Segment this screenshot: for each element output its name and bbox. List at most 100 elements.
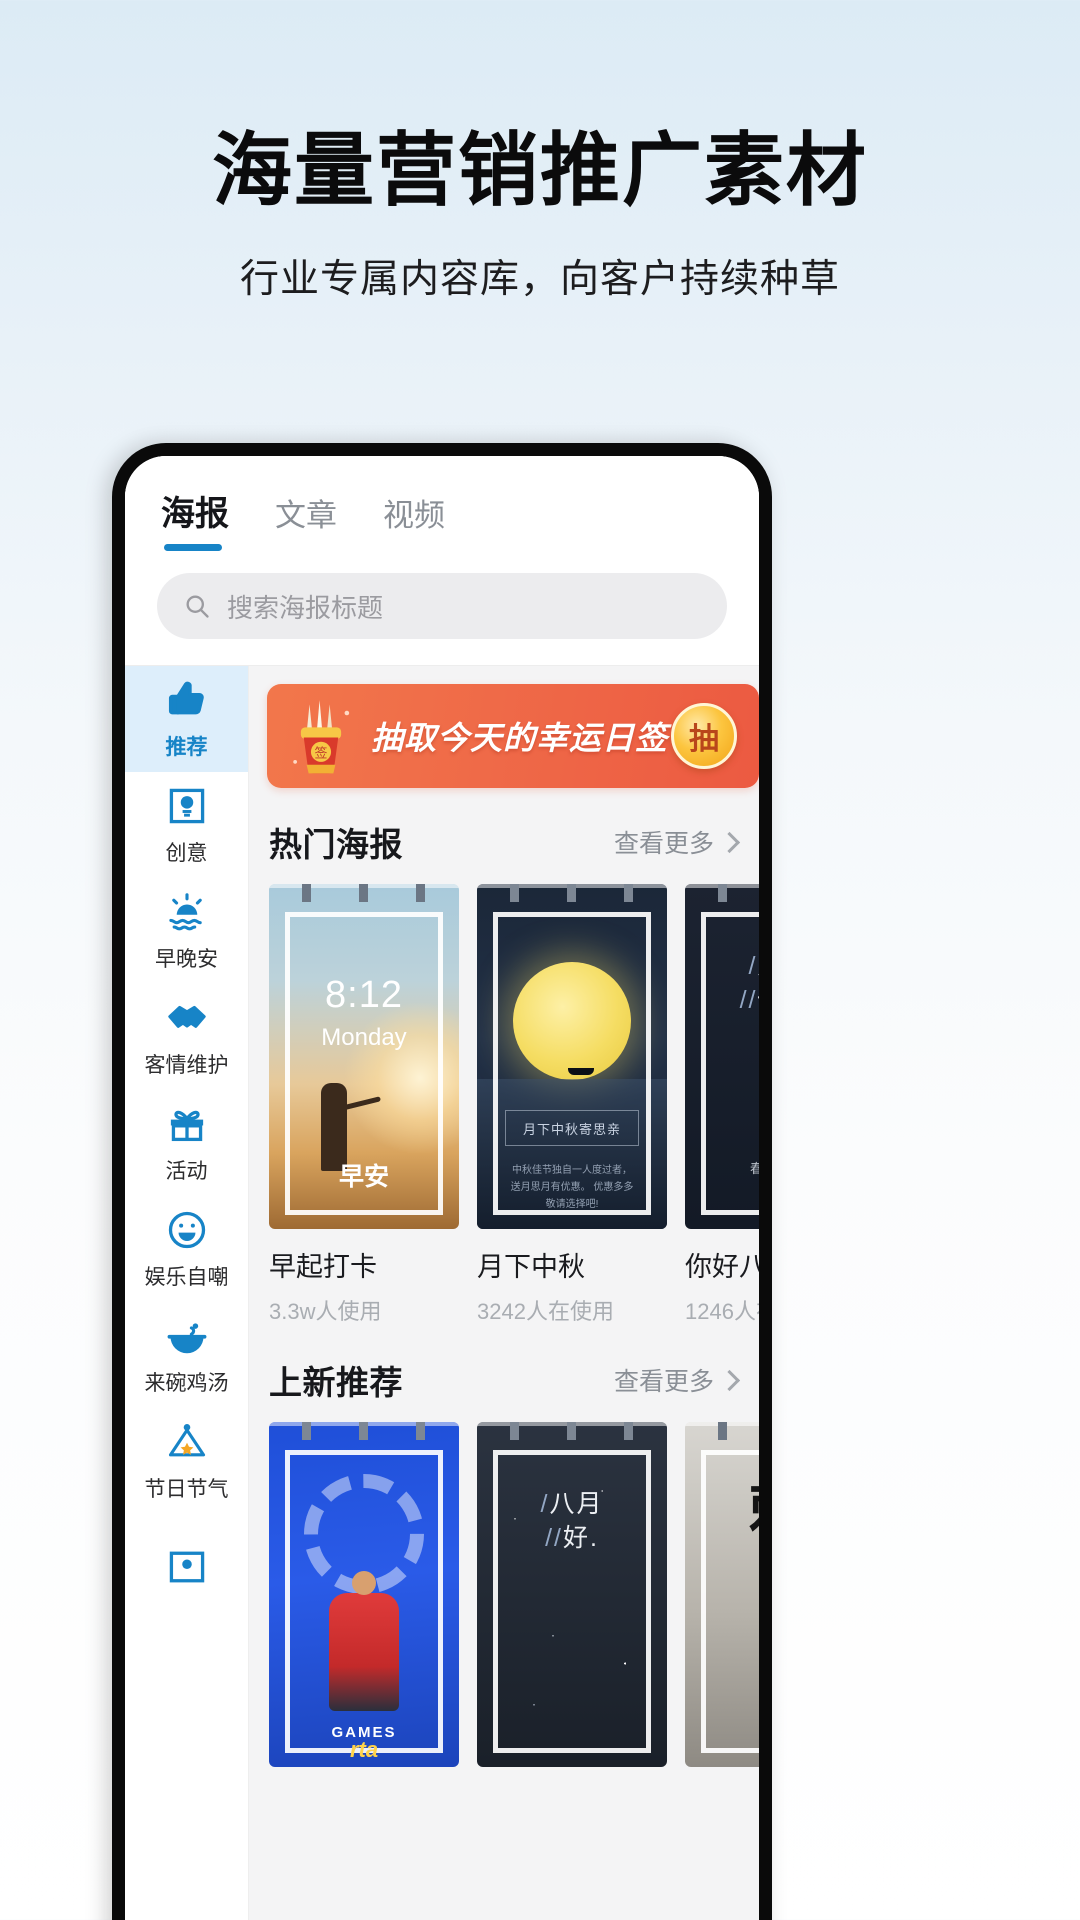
lucky-draw-banner[interactable]: 签 抽取今天的幸运日签 抽 bbox=[267, 684, 759, 788]
clip-hanger-icon bbox=[685, 1422, 759, 1440]
sidebar-item-customer-care[interactable]: 客情维护 bbox=[125, 984, 248, 1090]
poster-usage: 3.3w人使用 bbox=[269, 1299, 382, 1324]
tab-videos[interactable]: 视频 bbox=[383, 490, 445, 551]
sidebar-item-label: 节日节气 bbox=[144, 1477, 229, 1501]
clip-hanger-icon bbox=[685, 884, 759, 902]
poster-list-new: GAMES rta /八月 //好. bbox=[249, 1422, 759, 1767]
clip-hanger-icon bbox=[477, 1422, 667, 1440]
poster-time-text: 8:12 bbox=[325, 974, 403, 1016]
sidebar-item-more[interactable] bbox=[125, 1514, 248, 1620]
poster-list-hot: 8:12 Monday 早安 早起打卡 3.3w人使用 月下中秋寄思亲 中秋佳节… bbox=[249, 884, 759, 1326]
chevron-right-icon bbox=[718, 831, 741, 853]
clip-hanger-icon bbox=[477, 884, 667, 902]
clip-hanger-icon bbox=[269, 1422, 459, 1440]
poster-usage: 3242人在使用 bbox=[477, 1299, 614, 1324]
poster-thumb-olympic: GAMES rta bbox=[269, 1422, 459, 1767]
sidebar-item-activity[interactable]: 活动 bbox=[125, 1090, 248, 1196]
poster-body-text: 中秋佳节独自一人度过者， 送月思月有优惠。 优惠多多敬请选择吧! bbox=[510, 1165, 634, 1210]
handshake-icon bbox=[167, 1005, 206, 1028]
sidebar-item-morning-night[interactable]: 早晚安 bbox=[125, 878, 248, 984]
poster-card[interactable]: 月下中秋寄思亲 中秋佳节独自一人度过者， 送月思月有优惠。 优惠多多敬请选择吧!… bbox=[477, 884, 667, 1326]
poster-line2: 你好. bbox=[757, 986, 759, 1014]
poster-title: 月下中秋 bbox=[477, 1252, 585, 1282]
tab-articles[interactable]: 文章 bbox=[275, 490, 337, 551]
category-sidebar[interactable]: 推荐 创意 早晚安 客情维护 活动 娱乐自嘲 来碗鸡汤 节日节气 bbox=[125, 666, 249, 1920]
search-container: 搜索海报标题 bbox=[155, 551, 729, 665]
clip-hanger-icon bbox=[269, 884, 459, 902]
more-category-icon bbox=[169, 1551, 204, 1583]
section-header-hot: 热门海报 查看更多 bbox=[249, 788, 759, 884]
soup-bowl-icon bbox=[167, 1322, 206, 1353]
poster-thumb-moon: 月下中秋寄思亲 中秋佳节独自一人度过者， 送月思月有优惠。 优惠多多敬请选择吧! bbox=[477, 884, 667, 1229]
poster-title: 早起打卡 bbox=[269, 1252, 377, 1282]
festival-tent-icon bbox=[168, 1423, 205, 1456]
poster-card[interactable]: /八月 //好. bbox=[477, 1422, 667, 1767]
poster-thumb-sunrise: 8:12 Monday 早安 bbox=[269, 884, 459, 1229]
sidebar-item-label: 娱乐自嘲 bbox=[144, 1265, 229, 1289]
lightbulb-icon bbox=[169, 788, 204, 823]
tab-posters[interactable]: 海报 bbox=[161, 486, 229, 551]
page-subtitle: 行业专属内容库，向客户持续种草 bbox=[239, 258, 840, 302]
view-more-hot[interactable]: 查看更多 bbox=[613, 824, 741, 860]
sidebar-item-label: 活动 bbox=[165, 1159, 208, 1183]
poster-day-text: Monday bbox=[321, 1024, 407, 1051]
poster-card[interactable]: /八月 //你好. 春用飞目 你好八月 1246人在使 bbox=[685, 884, 759, 1326]
section-title: 上新推荐 bbox=[269, 1364, 403, 1401]
view-more-new[interactable]: 查看更多 bbox=[613, 1362, 741, 1398]
view-more-label: 查看更多 bbox=[613, 830, 714, 858]
tab-bar: 海报 文章 视频 bbox=[155, 486, 729, 551]
sidebar-item-festival[interactable]: 节日节气 bbox=[125, 1408, 248, 1514]
poster-caption-text: 早安 bbox=[338, 1163, 389, 1191]
sidebar-item-label: 早晚安 bbox=[155, 947, 218, 971]
section-title: 热门海报 bbox=[269, 826, 403, 863]
poster-card[interactable]: GAMES rta bbox=[269, 1422, 459, 1767]
search-input[interactable]: 搜索海报标题 bbox=[157, 573, 727, 639]
sidebar-item-label: 创意 bbox=[165, 841, 208, 865]
poster-title: 你好八月 bbox=[685, 1252, 759, 1282]
section-header-new: 上新推荐 查看更多 bbox=[249, 1326, 759, 1422]
fortune-cup-icon: 签 bbox=[293, 700, 350, 774]
sidebar-item-creative[interactable]: 创意 bbox=[125, 772, 248, 878]
sidebar-item-entertainment[interactable]: 娱乐自嘲 bbox=[125, 1196, 248, 1302]
slash-decor: // bbox=[739, 985, 758, 1014]
sidebar-item-recommend[interactable]: 推荐 bbox=[125, 666, 248, 772]
sidebar-item-soup[interactable]: 来碗鸡汤 bbox=[125, 1302, 248, 1408]
page-title: 海量营销推广素材 bbox=[212, 126, 868, 215]
banner-title: 抽取今天的幸运日签 bbox=[371, 720, 669, 756]
poster-card[interactable]: 刺 bbox=[685, 1422, 759, 1767]
chevron-right-icon bbox=[718, 1369, 741, 1391]
smiley-icon bbox=[168, 1211, 205, 1248]
thumbs-up-icon bbox=[168, 681, 204, 714]
poster-plaque-text: 月下中秋寄思亲 bbox=[505, 1110, 639, 1146]
sidebar-item-label: 来碗鸡汤 bbox=[144, 1371, 229, 1395]
search-placeholder: 搜索海报标题 bbox=[227, 592, 384, 623]
poster-thumb-august: /八月 //你好. 春用飞目 bbox=[685, 884, 759, 1229]
phone-mockup: 海报 文章 视频 搜索海报标题 推荐 创意 早晚安 客情维护 活动 娱乐自嘲 来… bbox=[112, 443, 772, 1920]
app-body: 推荐 创意 早晚安 客情维护 活动 娱乐自嘲 来碗鸡汤 节日节气 签 抽取今天的… bbox=[125, 665, 759, 1920]
tab-videos-label: 视频 bbox=[383, 498, 445, 533]
search-icon bbox=[186, 595, 209, 618]
hero-section: 海量营销推广素材 行业专属内容库，向客户持续种草 bbox=[0, 0, 1080, 304]
poster-brand-text: rta bbox=[349, 1737, 379, 1762]
view-more-label: 查看更多 bbox=[613, 1368, 714, 1396]
poster-august-text: /八月 //你好. bbox=[685, 950, 759, 1018]
poster-line1: 八月 bbox=[549, 1490, 604, 1518]
app-topbar: 海报 文章 视频 搜索海报标题 bbox=[125, 456, 759, 665]
poster-line1: 八月 bbox=[757, 952, 759, 980]
poster-thumb-ink: 刺 bbox=[685, 1422, 759, 1767]
sidebar-item-label: 客情维护 bbox=[144, 1053, 229, 1077]
poster-thumb-night: /八月 //好. bbox=[477, 1422, 667, 1767]
poster-night-text: /八月 //好. bbox=[477, 1488, 667, 1556]
tab-posters-label: 海报 bbox=[161, 495, 229, 533]
slash-decor: // bbox=[545, 1523, 563, 1552]
content-panel: 签 抽取今天的幸运日签 抽 热门海报 查看更多 8:12 Monday 早安 早… bbox=[249, 666, 759, 1920]
gift-icon bbox=[170, 1110, 203, 1141]
svg-text:签: 签 bbox=[315, 746, 328, 761]
poster-usage: 1246人在使 bbox=[685, 1299, 759, 1324]
sunrise-icon bbox=[168, 892, 202, 930]
poster-ink-char: 刺 bbox=[685, 1479, 759, 1541]
poster-inner-frame bbox=[285, 1450, 443, 1753]
poster-card[interactable]: 8:12 Monday 早安 早起打卡 3.3w人使用 bbox=[269, 884, 459, 1326]
draw-button[interactable]: 抽 bbox=[671, 703, 737, 769]
tab-active-indicator bbox=[164, 544, 222, 551]
